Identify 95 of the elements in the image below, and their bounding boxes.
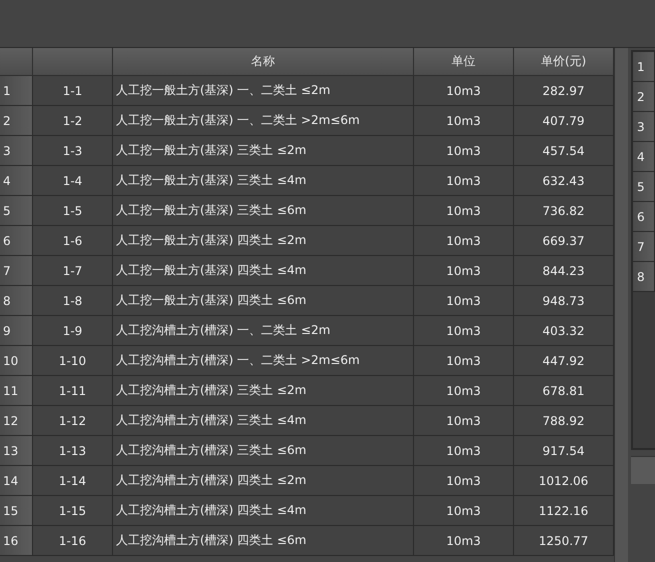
table-cell: 1-6 [33, 226, 113, 256]
table-cell: 282.97 [514, 76, 614, 106]
column-header[interactable] [33, 48, 113, 76]
table-cell: 10m3 [414, 106, 514, 136]
row-number: 8 [0, 286, 33, 316]
row-number: 5 [0, 196, 33, 226]
table-cell: 1-3 [33, 136, 113, 166]
table-cell: 403.32 [514, 316, 614, 346]
table-cell: 人工挖沟槽土方(槽深) 一、二类土 ≤2m [113, 316, 414, 346]
column-header[interactable]: 名称 [113, 48, 414, 76]
table-cell: 1-10 [33, 346, 113, 376]
table-cell: 1-9 [33, 316, 113, 346]
table-cell: 10m3 [414, 376, 514, 406]
table-cell: 1-11 [33, 376, 113, 406]
table-cell: 1-4 [33, 166, 113, 196]
table-cell: 1-15 [33, 496, 113, 526]
column-header[interactable]: 单价(元) [514, 48, 614, 76]
table-cell: 10m3 [414, 316, 514, 346]
table-cell: 1-12 [33, 406, 113, 436]
row-number: 8 [633, 262, 655, 292]
row-number: 6 [633, 202, 655, 232]
table-cell: 1-1 [33, 76, 113, 106]
row-number: 15 [0, 496, 33, 526]
table-cell: 人工挖沟槽土方(槽深) 一、二类土 >2m≤6m [113, 346, 414, 376]
row-number: 1 [0, 76, 33, 106]
row-number: 4 [0, 166, 33, 196]
table-cell: 1-14 [33, 466, 113, 496]
table-cell: 1250.77 [514, 526, 614, 556]
table-cell: 10m3 [414, 526, 514, 556]
table-cell: 1012.06 [514, 466, 614, 496]
table-cell: 1-2 [33, 106, 113, 136]
table-cell: 407.79 [514, 106, 614, 136]
row-number: 3 [633, 112, 655, 142]
row-number: 6 [0, 226, 33, 256]
table-cell: 人工挖一般土方(基深) 三类土 ≤4m [113, 166, 414, 196]
row-number: 11 [0, 376, 33, 406]
table-cell: 人工挖一般土方(基深) 三类土 ≤2m [113, 136, 414, 166]
table-cell: 632.43 [514, 166, 614, 196]
table-cell: 人工挖一般土方(基深) 四类土 ≤2m [113, 226, 414, 256]
table-cell: 人工挖一般土方(基深) 四类土 ≤6m [113, 286, 414, 316]
table-cell: 917.54 [514, 436, 614, 466]
row-number: 16 [0, 526, 33, 556]
column-header[interactable]: 单位 [414, 48, 514, 76]
table-cell: 人工挖一般土方(基深) 一、二类土 >2m≤6m [113, 106, 414, 136]
table-cell: 人工挖一般土方(基深) 一、二类土 ≤2m [113, 76, 414, 106]
table-cell: 669.37 [514, 226, 614, 256]
table-cell: 10m3 [414, 76, 514, 106]
table-cell: 10m3 [414, 166, 514, 196]
table-cell: 1-16 [33, 526, 113, 556]
row-number: 1 [633, 52, 655, 82]
table-cell: 844.23 [514, 256, 614, 286]
row-number: 10 [0, 346, 33, 376]
table-cell: 10m3 [414, 496, 514, 526]
row-number: 14 [0, 466, 33, 496]
row-number: 4 [633, 142, 655, 172]
row-number: 7 [0, 256, 33, 286]
table-cell: 1-7 [33, 256, 113, 286]
table-cell: 447.92 [514, 346, 614, 376]
table-cell: 457.54 [514, 136, 614, 166]
table-cell: 10m3 [414, 286, 514, 316]
table-cell: 人工挖一般土方(基深) 三类土 ≤6m [113, 196, 414, 226]
table-cell: 10m3 [414, 436, 514, 466]
table-cell: 10m3 [414, 226, 514, 256]
table-cell: 10m3 [414, 136, 514, 166]
table-cell: 人工挖沟槽土方(槽深) 四类土 ≤4m [113, 496, 414, 526]
table-cell: 10m3 [414, 466, 514, 496]
scrollbar[interactable] [614, 48, 628, 562]
row-number: 13 [0, 436, 33, 466]
table-cell: 人工挖沟槽土方(槽深) 三类土 ≤2m [113, 376, 414, 406]
table-cell: 人工挖沟槽土方(槽深) 三类土 ≤6m [113, 436, 414, 466]
table-cell: 10m3 [414, 406, 514, 436]
table-cell: 1-5 [33, 196, 113, 226]
table-cell: 10m3 [414, 196, 514, 226]
table-cell: 10m3 [414, 256, 514, 286]
table-cell: 678.81 [514, 376, 614, 406]
row-number: 9 [0, 316, 33, 346]
row-number: 12 [0, 406, 33, 436]
row-number: 2 [0, 106, 33, 136]
table-cell: 948.73 [514, 286, 614, 316]
row-number: 5 [633, 172, 655, 202]
table-cell: 人工挖沟槽土方(槽深) 三类土 ≤4m [113, 406, 414, 436]
side-header-bar [631, 456, 655, 484]
row-number: 2 [633, 82, 655, 112]
table-cell: 1-13 [33, 436, 113, 466]
table-cell: 10m3 [414, 346, 514, 376]
table-cell: 1-8 [33, 286, 113, 316]
row-number: 3 [0, 136, 33, 166]
table-cell: 人工挖沟槽土方(槽深) 四类土 ≤6m [113, 526, 414, 556]
table-cell: 736.82 [514, 196, 614, 226]
table-cell: 1122.16 [514, 496, 614, 526]
table-cell: 人工挖沟槽土方(槽深) 四类土 ≤2m [113, 466, 414, 496]
table-cell: 人工挖一般土方(基深) 四类土 ≤4m [113, 256, 414, 286]
row-number: 7 [633, 232, 655, 262]
table-cell: 788.92 [514, 406, 614, 436]
column-header[interactable] [0, 48, 33, 76]
